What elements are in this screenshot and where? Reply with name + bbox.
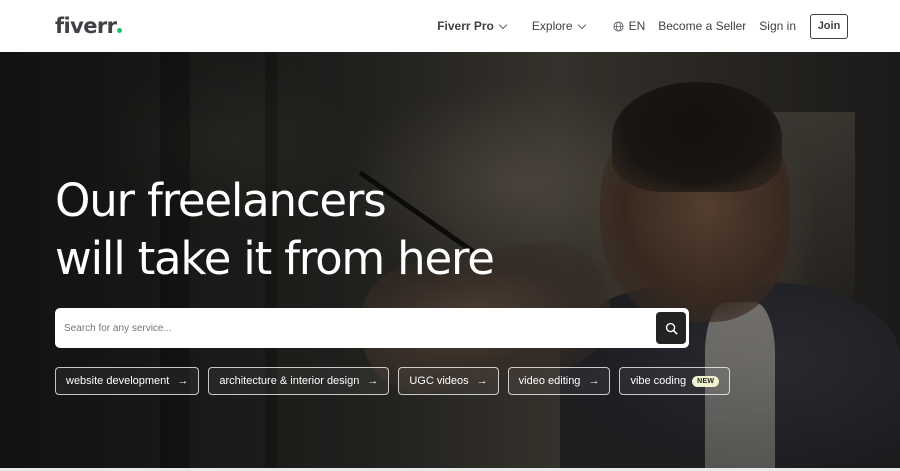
nav-explore[interactable]: Explore	[531, 19, 586, 33]
nav-language-label: EN	[628, 19, 646, 33]
fiverr-logo[interactable]: fiverr	[55, 14, 123, 38]
chip-architecture-interior-design[interactable]: architecture & interior design →	[208, 367, 390, 395]
new-badge: NEW	[692, 375, 720, 387]
nav-fiverr-pro[interactable]: Fiverr Pro	[437, 19, 508, 33]
nav-explore-label: Explore	[531, 19, 573, 33]
chip-label: vibe coding	[630, 375, 687, 387]
logo-text: fiverr	[55, 14, 117, 38]
chip-video-editing[interactable]: video editing →	[507, 367, 611, 395]
chevron-down-icon	[577, 20, 586, 29]
arrow-right-icon: →	[588, 375, 600, 387]
globe-icon	[613, 20, 624, 32]
arrow-right-icon: →	[177, 375, 189, 387]
popular-services: website development → architecture & int…	[55, 367, 739, 395]
logo-dot	[117, 28, 123, 33]
search-bar	[55, 308, 689, 348]
chip-label: UGC videos	[409, 375, 469, 387]
nav-language[interactable]: EN	[613, 19, 646, 33]
nav-become-seller-label: Become a Seller	[658, 19, 747, 33]
hero-title: Our freelancers will take it from here	[55, 172, 495, 288]
chip-ugc-videos[interactable]: UGC videos →	[398, 367, 499, 395]
search-icon	[665, 322, 677, 334]
hero-title-line-1: Our freelancers	[55, 174, 387, 227]
chip-website-development[interactable]: website development →	[55, 367, 200, 395]
nav-become-seller[interactable]: Become a Seller	[658, 19, 746, 33]
arrow-right-icon: →	[367, 375, 379, 387]
search-button[interactable]	[656, 312, 686, 344]
top-header: fiverr Fiverr Pro Explore EN Become a Se…	[0, 0, 900, 52]
main-nav: Fiverr Pro Explore EN Become a Seller Si…	[437, 13, 848, 39]
chip-label: video editing	[518, 375, 581, 387]
nav-sign-in[interactable]: Sign in	[759, 19, 796, 33]
chip-label: website development	[66, 375, 170, 387]
arrow-right-icon: →	[476, 375, 488, 387]
hero-title-line-2: will take it from here	[55, 232, 495, 285]
hero-section: Our freelancers will take it from here w…	[0, 52, 900, 468]
nav-sign-in-label: Sign in	[759, 19, 796, 33]
chip-label: architecture & interior design	[219, 375, 360, 387]
chip-vibe-coding[interactable]: vibe coding NEW	[619, 367, 731, 395]
chevron-down-icon	[498, 20, 508, 29]
nav-fiverr-pro-label: Fiverr Pro	[437, 19, 494, 33]
search-input[interactable]	[64, 322, 656, 334]
join-button[interactable]: Join	[810, 13, 848, 39]
